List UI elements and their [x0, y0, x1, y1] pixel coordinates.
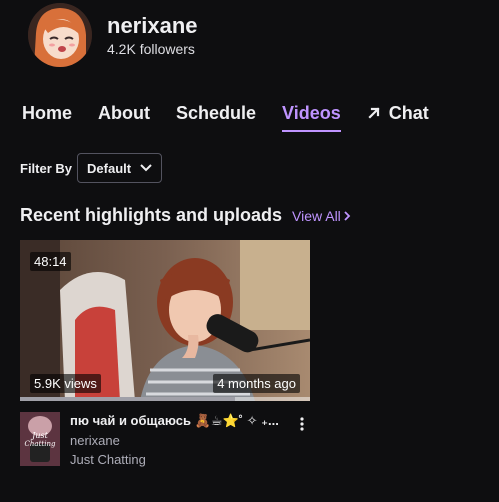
- watch-progress-bar: [20, 397, 310, 401]
- arrow-up-right-icon: [367, 101, 381, 125]
- filter-dropdown[interactable]: Default: [77, 153, 163, 183]
- view-all-label: View All: [292, 207, 341, 224]
- video-category[interactable]: Just Chatting: [70, 451, 310, 469]
- tab-about-label: About: [98, 103, 150, 123]
- chevron-down-icon: [140, 164, 152, 172]
- tab-home[interactable]: Home: [22, 101, 72, 133]
- view-all-link[interactable]: View All: [292, 208, 351, 224]
- watch-progress-fill: [20, 397, 235, 401]
- video-thumbnail[interactable]: 48:14 5.9K views 4 months ago: [20, 240, 310, 401]
- filter-selected-value: Default: [87, 160, 132, 176]
- just-chatting-art-icon: Just Chatting: [20, 412, 60, 466]
- video-views-badge: 5.9K views: [30, 374, 101, 393]
- filter-bar: Filter By Default: [20, 153, 163, 183]
- channel-nav: Home About Schedule Videos Chat: [22, 101, 455, 135]
- video-duration-badge: 48:14: [30, 252, 71, 271]
- tab-schedule-label: Schedule: [176, 103, 257, 123]
- category-box-art[interactable]: Just Chatting: [20, 412, 60, 466]
- category-art-text-line2: Chatting: [25, 440, 56, 448]
- section-header: Recent highlights and uploads View All: [20, 205, 351, 226]
- video-channel-name[interactable]: nerixane: [70, 432, 310, 450]
- tab-videos-label: Videos: [282, 103, 341, 123]
- video-meta-text: пю чай и общаюсь 🧸☕⭐˚ ✧ ₊... nerixane Ju…: [70, 412, 310, 469]
- tab-chat[interactable]: Chat: [367, 101, 429, 133]
- more-options-icon[interactable]: [294, 414, 310, 434]
- tab-videos[interactable]: Videos: [282, 101, 341, 133]
- tab-schedule[interactable]: Schedule: [176, 101, 256, 133]
- video-title[interactable]: пю чай и общаюсь 🧸☕⭐˚ ✧ ₊...: [70, 412, 285, 430]
- channel-header: nerixane 4.2K followers: [28, 2, 198, 68]
- tab-home-label: Home: [22, 103, 73, 123]
- section-title: Recent highlights and uploads: [20, 205, 283, 225]
- channel-name[interactable]: nerixane: [107, 13, 198, 39]
- video-age-badge: 4 months ago: [213, 374, 300, 393]
- filter-label: Filter By: [20, 160, 73, 176]
- follower-count: 4.2K followers: [107, 40, 195, 57]
- chevron-right-icon: [344, 210, 351, 221]
- tab-chat-label: Chat: [388, 103, 429, 123]
- tab-about[interactable]: About: [98, 101, 150, 133]
- channel-avatar[interactable]: [28, 3, 92, 67]
- anime-avatar-icon: [28, 3, 92, 67]
- category-art-text-line1: Just: [30, 431, 48, 440]
- channel-info: nerixane 4.2K followers: [107, 13, 198, 58]
- video-meta: Just Chatting пю чай и общаюсь 🧸☕⭐˚ ✧ ₊.…: [20, 412, 310, 469]
